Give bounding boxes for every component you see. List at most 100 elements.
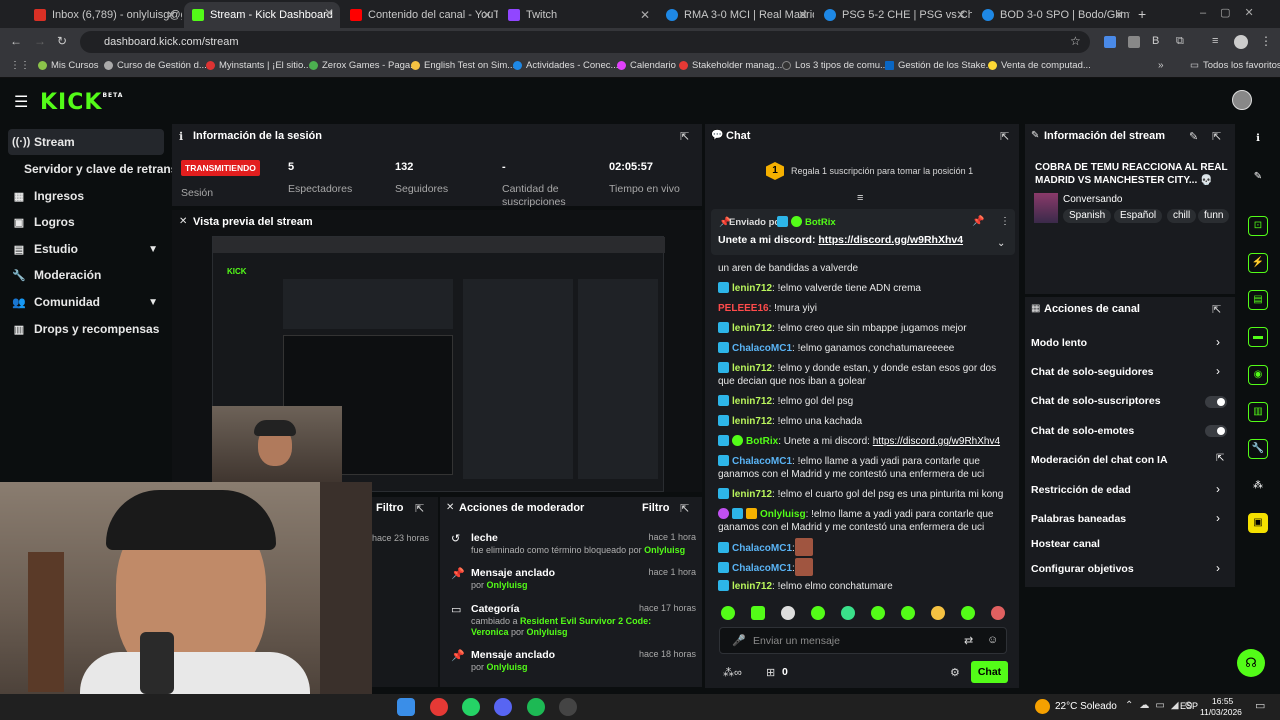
- chevron-right-icon[interactable]: ›: [1216, 364, 1220, 378]
- notification-icon[interactable]: ▭: [1255, 699, 1265, 712]
- filter-label[interactable]: Filtro: [376, 502, 404, 514]
- broadcast-icon[interactable]: ◉: [1248, 365, 1268, 385]
- sidebar-item-stream[interactable]: ((·)) Stream: [8, 129, 164, 155]
- tab-gmail[interactable]: Inbox (6,789) - onlyluisg@gma✕: [26, 4, 182, 26]
- tab-psg[interactable]: PSG 5-2 CHE | PSG vs Chelsea✕: [816, 4, 972, 26]
- action-host-channel[interactable]: Hostear canal: [1031, 538, 1100, 550]
- chat-username[interactable]: lenin712: [732, 396, 772, 407]
- popout-icon[interactable]: ⇱: [1212, 130, 1221, 143]
- document-icon[interactable]: ▤: [1248, 290, 1268, 310]
- chat-username[interactable]: ChalacoMC1: [732, 563, 792, 574]
- support-icon[interactable]: ☊: [1237, 649, 1265, 677]
- moderator-name[interactable]: Onlyluisg: [487, 580, 528, 590]
- media-icon[interactable]: ≡: [1212, 35, 1218, 47]
- unpin-icon[interactable]: 📌: [972, 216, 984, 227]
- sidebar-item-logros[interactable]: ▣ Logros: [8, 209, 164, 235]
- menu-icon[interactable]: ⋮: [1260, 34, 1272, 48]
- category-thumbnail[interactable]: [1034, 193, 1058, 223]
- popout-icon[interactable]: ⇱: [415, 502, 424, 515]
- wrench-icon[interactable]: 🔧: [1248, 439, 1268, 459]
- close-tab-icon[interactable]: ✕: [324, 6, 334, 20]
- bookmark[interactable]: Calendario: [617, 60, 676, 71]
- edit-icon[interactable]: ✎: [1189, 130, 1198, 143]
- extension-icon[interactable]: [1128, 36, 1140, 48]
- close-tab-icon[interactable]: ✕: [798, 8, 808, 22]
- chevron-right-icon[interactable]: ›: [1216, 482, 1220, 496]
- emote-button[interactable]: [721, 606, 735, 620]
- info-icon[interactable]: ℹ: [1248, 130, 1268, 150]
- star-icon[interactable]: ☆: [1070, 34, 1081, 48]
- emoji-icon[interactable]: ☺: [987, 634, 998, 646]
- sidebar-item-estudio[interactable]: ▤ Estudio ▼: [8, 236, 164, 262]
- reload-icon[interactable]: ↻: [57, 34, 67, 48]
- mic-icon[interactable]: 🎤: [732, 634, 746, 647]
- forward-icon[interactable]: →: [34, 34, 46, 48]
- puzzle-icon[interactable]: ⧉: [1176, 35, 1184, 48]
- moderator-name[interactable]: Onlyluisg: [487, 662, 528, 672]
- close-tab-icon[interactable]: ✕: [956, 8, 966, 22]
- apps-icon[interactable]: ⋮⋮: [10, 60, 30, 71]
- sidebar-item-ingresos[interactable]: ▦ Ingresos: [8, 183, 164, 209]
- chevron-right-icon[interactable]: »: [1158, 60, 1164, 71]
- gift-text[interactable]: Regala 1 suscripción para tomar la posic…: [791, 166, 973, 176]
- emote-button[interactable]: [961, 606, 975, 620]
- tab-rma[interactable]: RMA 3-0 MCI | Real Madrid vs✕: [658, 4, 814, 26]
- popout-icon[interactable]: ⇱: [680, 502, 689, 515]
- chat-bubble-icon[interactable]: ▬: [1248, 327, 1268, 347]
- emote-button[interactable]: [871, 606, 885, 620]
- clock-time[interactable]: 16:55: [1212, 696, 1233, 706]
- emote-button[interactable]: [991, 606, 1005, 620]
- obs-icon[interactable]: [559, 698, 577, 716]
- chevron-down-icon[interactable]: ⌄: [997, 238, 1005, 249]
- chat-username[interactable]: PELEEE16: [718, 303, 769, 314]
- target-icon[interactable]: ⊡: [1248, 216, 1268, 236]
- popout-icon[interactable]: ⇱: [680, 130, 689, 143]
- tab-bod[interactable]: BOD 3-0 SPO | Bodo/Glimt vs✕: [974, 4, 1130, 26]
- gift-icon[interactable]: ⊞: [766, 666, 775, 679]
- bookmark[interactable]: Mis Cursos: [38, 60, 99, 71]
- action-subs-only[interactable]: Chat de solo-suscriptores: [1031, 395, 1161, 407]
- emote-button[interactable]: [781, 606, 795, 620]
- emote-button[interactable]: [841, 606, 855, 620]
- pinned-username[interactable]: BotRix: [805, 217, 836, 228]
- action-ai-moderation[interactable]: Moderación del chat con IA: [1031, 454, 1168, 466]
- tag[interactable]: Español: [1114, 209, 1163, 223]
- chat-username[interactable]: BotRix: [746, 436, 778, 447]
- bookmark[interactable]: Los 3 tipos de comu...: [782, 60, 888, 71]
- bookmark[interactable]: Stakeholder manag...: [679, 60, 782, 71]
- chat-username[interactable]: lenin712: [732, 489, 772, 500]
- discord-icon[interactable]: [494, 698, 512, 716]
- extension-icon[interactable]: B: [1152, 35, 1159, 47]
- close-tab-icon[interactable]: ✕: [482, 8, 492, 22]
- back-icon[interactable]: ←: [10, 34, 22, 48]
- discord-link[interactable]: https://discord.gg/w9RhXhv4: [818, 234, 963, 246]
- filter-button[interactable]: Filtro: [642, 502, 670, 514]
- category-name[interactable]: Conversando: [1063, 194, 1122, 205]
- bookmark[interactable]: Gestión de los Stake...: [885, 60, 994, 71]
- file-explorer-icon[interactable]: [397, 698, 415, 716]
- chevron-right-icon[interactable]: ›: [1216, 511, 1220, 525]
- moderator-name[interactable]: Onlyluisg: [527, 627, 568, 637]
- all-bookmarks[interactable]: ▭ Todos los favoritos: [1190, 60, 1280, 71]
- tab-kick[interactable]: Stream - Kick Dashboard ✕: [184, 2, 340, 28]
- action-configure-goals[interactable]: Configurar objetivos: [1031, 563, 1134, 575]
- bookmark[interactable]: Zerox Games - Paga...: [309, 60, 418, 71]
- gear-icon[interactable]: ⚙: [950, 666, 960, 679]
- tag[interactable]: funn: [1198, 209, 1230, 223]
- pencil-icon[interactable]: ✎: [1248, 168, 1268, 188]
- discord-link[interactable]: https://discord.gg/w9RhXhv4: [873, 436, 1000, 447]
- moderator-name[interactable]: Onlyluisg: [644, 545, 685, 555]
- layers-icon[interactable]: ▥: [1248, 402, 1268, 422]
- lightning-icon[interactable]: ⚡: [1248, 253, 1268, 273]
- extension-icon[interactable]: [1104, 36, 1116, 48]
- popout-icon[interactable]: ⇱: [1212, 303, 1221, 316]
- new-tab-icon[interactable]: +: [1138, 6, 1146, 22]
- chat-username[interactable]: Onlyluisg: [760, 509, 806, 520]
- user-avatar[interactable]: [1232, 90, 1252, 110]
- close-icon[interactable]: ✕: [446, 502, 454, 513]
- emotes-only-toggle[interactable]: [1205, 425, 1227, 437]
- emote-button[interactable]: [811, 606, 825, 620]
- subs-only-toggle[interactable]: [1205, 396, 1227, 408]
- send-chat-button[interactable]: Chat: [971, 661, 1008, 683]
- filter-lines-icon[interactable]: ≡: [857, 192, 863, 204]
